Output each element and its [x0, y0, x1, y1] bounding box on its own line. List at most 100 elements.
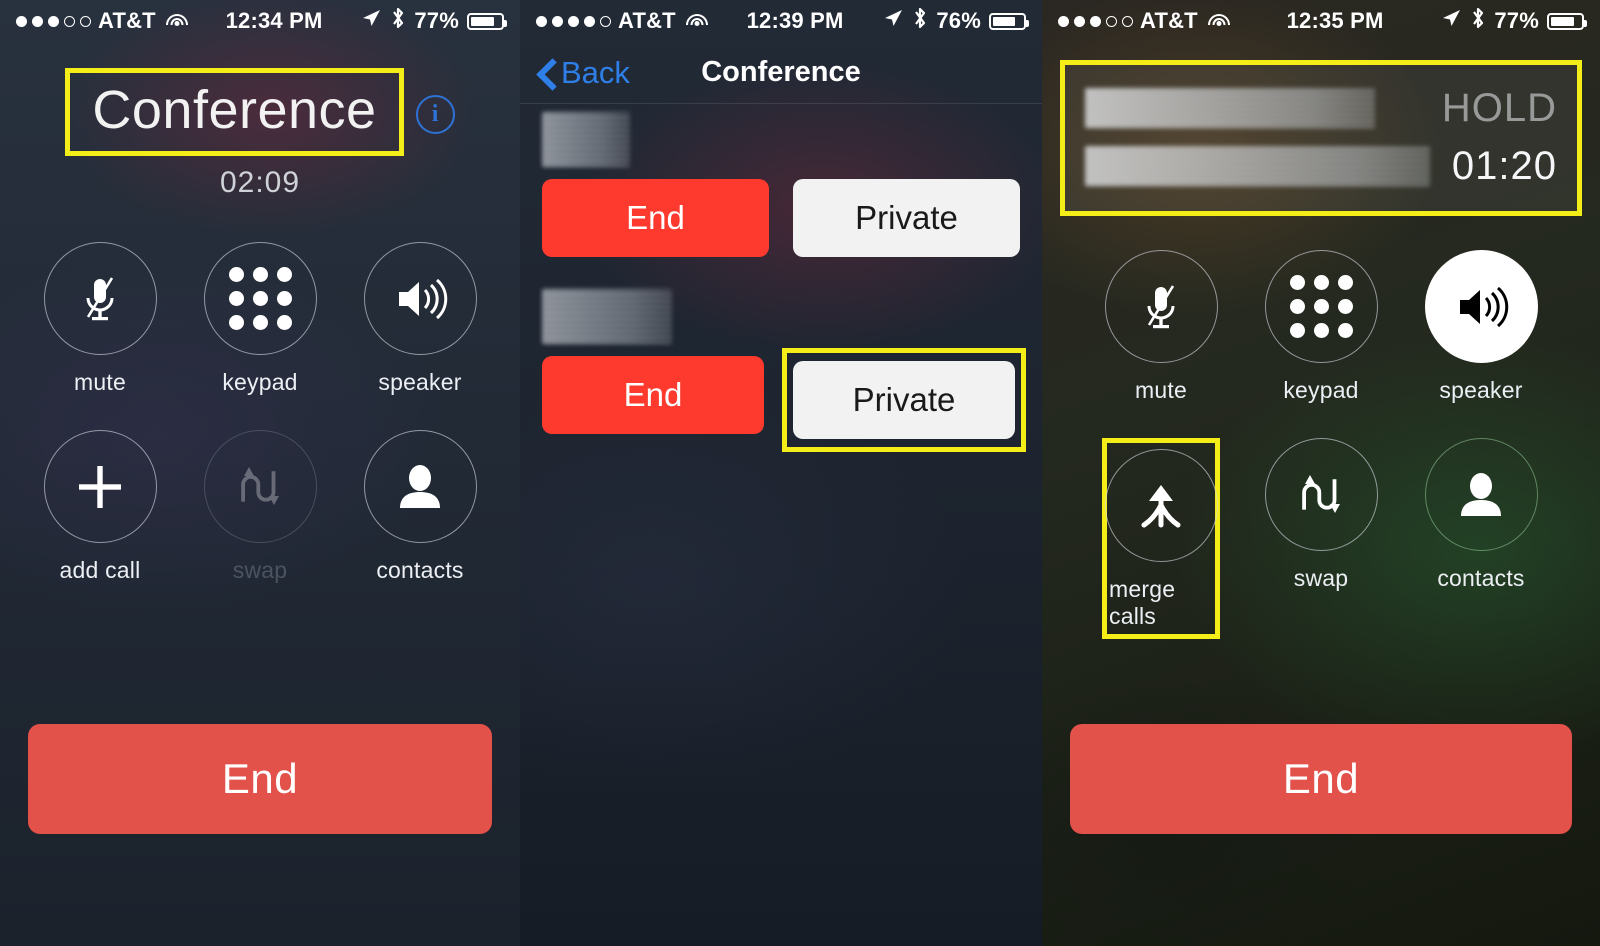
- call-status-hold: HOLD: [1441, 85, 1557, 130]
- keypad-button[interactable]: keypad: [201, 242, 319, 396]
- participant-private-button[interactable]: Private: [793, 361, 1015, 439]
- mute-button[interactable]: mute: [41, 242, 159, 396]
- participant-name-redacted: [542, 112, 630, 167]
- back-button[interactable]: Back: [520, 55, 630, 91]
- private-slot-highlighted: Private: [782, 348, 1026, 452]
- bluetooth-icon: [1470, 6, 1486, 36]
- private-slot: Private: [793, 179, 1020, 257]
- merge-calls-label: merge calls: [1109, 576, 1176, 629]
- contacts-button-circle: [363, 430, 477, 543]
- speaker-button[interactable]: speaker: [361, 242, 479, 396]
- signal-strength-dots: [1058, 15, 1133, 27]
- battery-percent-label: 77%: [414, 8, 459, 33]
- plus-icon: [71, 458, 129, 516]
- wifi-icon: [165, 13, 188, 30]
- status-bar-right: AT&T 12:35 PM 77%: [1042, 0, 1600, 42]
- end-call-bar-left: End: [0, 724, 520, 946]
- end-call-button[interactable]: End: [1070, 724, 1572, 834]
- speaker-button-active[interactable]: speaker: [1422, 250, 1540, 404]
- active-calls-card-highlighted[interactable]: HOLD 01:20: [1060, 60, 1582, 216]
- speaker-waves-icon: [391, 270, 449, 328]
- speaker-button-circle: [1424, 250, 1538, 363]
- participant-end-button[interactable]: End: [542, 356, 764, 434]
- call-timer-active: 01:20: [1451, 143, 1557, 188]
- clock-label: 12:34 PM: [225, 8, 323, 33]
- contacts-button[interactable]: contacts: [1422, 438, 1540, 639]
- three-screenshot-strip: AT&T 12:34 PM 77% Conference i 02:09 mut…: [0, 0, 1600, 946]
- end-slot: End: [542, 356, 764, 434]
- panel-conference-active-call: AT&T 12:34 PM 77% Conference i 02:09 mut…: [0, 0, 520, 946]
- carrier-label: AT&T: [98, 8, 156, 33]
- battery-percent-label: 76%: [936, 8, 981, 33]
- status-bar-middle: AT&T 12:39 PM 76%: [520, 0, 1042, 42]
- call-controls-grid-left: mute keypad speaker add call swap contac…: [0, 242, 520, 584]
- mute-button-circle: [43, 242, 157, 355]
- battery-icon: [467, 12, 507, 30]
- battery-icon: [1547, 12, 1587, 30]
- end-call-button[interactable]: End: [28, 724, 492, 834]
- merge-calls-button[interactable]: merge calls: [1102, 438, 1220, 639]
- call-line-held: HOLD: [1085, 79, 1557, 137]
- participant-name-redacted: [542, 289, 672, 344]
- controls-row-2: merge calls swap contacts: [1042, 438, 1600, 639]
- carrier-label: AT&T: [618, 8, 676, 33]
- merge-arrow-icon: [1132, 477, 1190, 535]
- contacts-label: contacts: [376, 557, 464, 583]
- call-header: Conference i 02:09: [0, 68, 520, 200]
- navigation-bar: Back Conference: [520, 42, 1042, 104]
- end-call-bar-right: End: [1042, 724, 1600, 946]
- location-arrow-icon: [1440, 7, 1462, 35]
- signal-strength-dots: [16, 15, 91, 27]
- swap-arrows-icon: [231, 458, 289, 516]
- swap-label: swap: [1293, 565, 1349, 591]
- person-icon: [1452, 466, 1510, 524]
- speaker-waves-icon: [1452, 278, 1510, 336]
- swap-arrows-icon: [1292, 466, 1350, 524]
- swap-button[interactable]: swap: [201, 430, 319, 584]
- chevron-left-icon: [538, 60, 554, 86]
- bluetooth-icon: [912, 6, 928, 36]
- swap-label: swap: [232, 557, 288, 583]
- keypad-dots-icon: [1289, 275, 1353, 338]
- status-right-group: 76%: [882, 6, 1029, 36]
- call-line-active: 01:20: [1085, 137, 1557, 195]
- swap-button-circle: [203, 430, 317, 543]
- keypad-button[interactable]: keypad: [1262, 250, 1380, 404]
- keypad-label: keypad: [222, 369, 298, 395]
- swap-button-circle: [1264, 438, 1378, 551]
- info-circle-icon[interactable]: i: [415, 94, 455, 134]
- location-arrow-icon: [360, 7, 382, 35]
- add-call-button-circle: [43, 430, 157, 543]
- mute-button[interactable]: mute: [1102, 250, 1220, 404]
- keypad-button-circle: [203, 242, 317, 355]
- contacts-button-circle: [1424, 438, 1538, 551]
- call-controls-grid-right: mute keypad speaker merge calls swap con…: [1042, 250, 1600, 639]
- keypad-button-circle: [1264, 250, 1378, 363]
- wifi-icon: [1207, 13, 1230, 30]
- participant-row: End Private: [520, 281, 1042, 452]
- microphone-muted-icon: [1132, 278, 1190, 336]
- speaker-button-circle: [363, 242, 477, 355]
- swap-button[interactable]: swap: [1262, 438, 1380, 639]
- carrier-label: AT&T: [1140, 8, 1198, 33]
- location-arrow-icon: [882, 7, 904, 35]
- person-icon: [391, 458, 449, 516]
- keypad-dots-icon: [228, 267, 292, 330]
- signal-strength-dots: [536, 15, 611, 27]
- mute-label: mute: [74, 369, 126, 395]
- contacts-label: contacts: [1437, 565, 1525, 591]
- caller-name-redacted: [1085, 88, 1375, 128]
- controls-row-2: add call swap contacts: [0, 430, 520, 584]
- contacts-button[interactable]: contacts: [361, 430, 479, 584]
- speaker-label: speaker: [378, 369, 462, 395]
- conference-title: Conference: [65, 68, 404, 156]
- participant-private-button[interactable]: Private: [793, 179, 1020, 257]
- caller-name-redacted: [1085, 146, 1430, 186]
- status-bar-left: AT&T 12:34 PM 77%: [0, 0, 520, 42]
- add-call-button[interactable]: add call: [41, 430, 159, 584]
- mute-label: mute: [1135, 377, 1187, 403]
- participant-end-button[interactable]: End: [542, 179, 769, 257]
- battery-percent-label: 77%: [1494, 8, 1539, 33]
- end-slot: End: [542, 179, 769, 257]
- participant-actions: End Private: [520, 167, 1042, 257]
